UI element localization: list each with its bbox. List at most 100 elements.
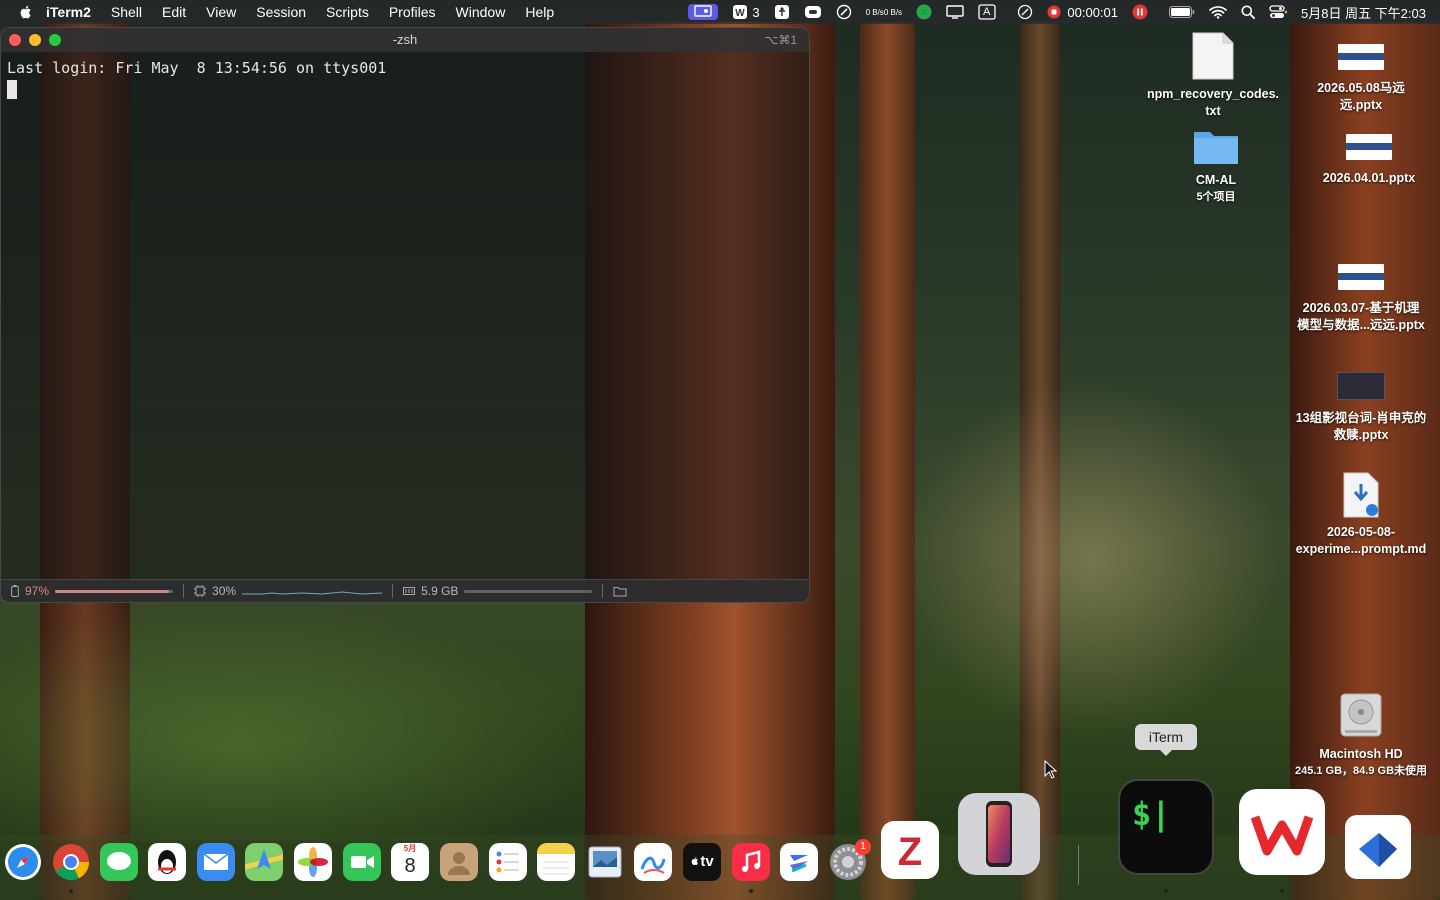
status-menus: W 3 0 B/s 0 B/s A 00:00:01 5月8日 周五 下午2:0…	[681, 0, 1440, 24]
svg-text:Z: Z	[898, 830, 922, 874]
menu-profiles[interactable]: Profiles	[389, 4, 436, 20]
memory-used: 5.9 GB	[421, 584, 459, 598]
icon-label: 模型与数据...远远.pptx	[1297, 318, 1425, 332]
messages-icon[interactable]	[100, 843, 138, 881]
pptx-file-icon	[1346, 134, 1392, 160]
menu-shell[interactable]: Shell	[111, 4, 142, 20]
cpu-percent: 30%	[212, 584, 237, 598]
chrome-icon[interactable]	[52, 843, 90, 881]
facetime-icon[interactable]	[343, 843, 381, 881]
menu-window[interactable]: Window	[456, 4, 506, 20]
contacts-icon[interactable]	[440, 843, 478, 881]
window-shortcut: ⌥⌘1	[764, 33, 797, 47]
net-down-speed: 0 B/s	[883, 7, 903, 17]
terminal-prompt-icon: $|	[1132, 795, 1171, 833]
desktop-icon-npm-recovery-codes[interactable]: npm_recovery_codes. txt	[1138, 32, 1288, 120]
dock: 5月 8 tv 1 Z $|	[0, 779, 1440, 900]
iphone-mirroring-icon[interactable]	[958, 793, 1040, 875]
pptx-file-icon	[1338, 264, 1384, 290]
notes-icon[interactable]	[537, 843, 575, 881]
cpu-graph	[242, 591, 383, 595]
status-pause-icon[interactable]	[1132, 4, 1148, 20]
desktop-icon-pptx-shawshank[interactable]: 13组影视台词-肖申克的 救赎.pptx	[1285, 372, 1437, 444]
pptx-dark-thumbnail-icon	[1337, 372, 1385, 400]
status-edit-icon[interactable]	[1017, 4, 1033, 20]
system-settings-icon[interactable]: 1	[829, 839, 871, 881]
status-clock[interactable]: 5月8日 周五 下午2:03	[1301, 3, 1426, 22]
calendar-day: 8	[404, 855, 416, 877]
status-network-speed[interactable]: 0 B/s 0 B/s	[866, 8, 902, 17]
status-screen-share-icon[interactable]	[688, 4, 719, 20]
iterm-icon[interactable]: $|	[1118, 779, 1214, 875]
menu-edit[interactable]: Edit	[162, 4, 186, 20]
icon-label: 救赎.pptx	[1333, 428, 1389, 442]
mail-icon[interactable]	[197, 843, 235, 881]
iterm-window[interactable]: -zsh ⌥⌘1 Last login: Fri May 8 13:54:56 …	[0, 27, 810, 603]
status-battery: 97%	[11, 584, 174, 598]
music-icon[interactable]	[732, 843, 770, 881]
feishu-icon[interactable]	[780, 843, 818, 881]
status-accessibility-icon[interactable]	[774, 4, 790, 20]
status-spotlight-search-icon[interactable]	[1241, 5, 1255, 19]
desktop-icon-pptx-20260401[interactable]: 2026.04.01.pptx	[1300, 134, 1438, 187]
menu-view[interactable]: View	[206, 4, 236, 20]
status-memory: 5.9 GB	[403, 584, 593, 598]
wps-office-icon[interactable]	[1239, 789, 1325, 875]
status-wps-icon[interactable]: W 3	[732, 4, 760, 20]
zoom-button[interactable]	[49, 34, 61, 46]
menu-scripts[interactable]: Scripts	[326, 4, 369, 20]
terminal-status-bar: 97% 30% 5.9 GB	[1, 579, 809, 602]
freeform-icon[interactable]	[634, 843, 672, 881]
status-input-method-icon[interactable]: A	[978, 4, 1003, 20]
battery-bar-fill	[55, 589, 170, 593]
qq-icon[interactable]	[148, 843, 186, 881]
status-speed-icon[interactable]	[836, 4, 852, 20]
menu-session[interactable]: Session	[256, 4, 306, 20]
menu-app-name[interactable]: iTerm2	[46, 4, 91, 20]
status-wifi-icon[interactable]	[1209, 5, 1227, 19]
status-chat-icon[interactable]	[804, 4, 822, 20]
hard-drive-icon	[1340, 693, 1382, 737]
terminal-output[interactable]: Last login: Fri May 8 13:54:56 on ttys00…	[1, 52, 809, 576]
desktop-icon-pptx-20260307[interactable]: 2026.03.07-基于机理 模型与数据...远远.pptx	[1285, 264, 1437, 334]
status-recording[interactable]: 00:00:01	[1047, 5, 1118, 20]
icon-label: 2026-05-08-	[1326, 525, 1396, 539]
zotero-icon[interactable]: Z	[881, 821, 939, 879]
desktop-icon-folder-cm-al[interactable]: CM-AL 5个项目	[1170, 126, 1262, 206]
login-line: Last login: Fri May 8 13:54:56 on ttys00…	[7, 59, 387, 77]
status-display-icon[interactable]	[946, 5, 964, 19]
calendar-icon[interactable]: 5月 8	[391, 843, 429, 881]
reminders-icon[interactable]	[489, 843, 527, 881]
mouse-pointer-icon	[1044, 760, 1058, 779]
icon-label: 2026.04.01.pptx	[1322, 171, 1416, 185]
folder-icon[interactable]	[613, 586, 627, 597]
terminal-cursor	[7, 80, 17, 99]
notification-badge: 1	[855, 839, 871, 855]
maps-icon[interactable]	[245, 843, 283, 881]
running-indicator	[1280, 889, 1284, 893]
desktop-icon-pptx-20260508[interactable]: 2026.05.08马远 远.pptx	[1300, 44, 1422, 114]
battery-percent: 97%	[25, 584, 50, 598]
photos-icon[interactable]	[294, 843, 332, 881]
status-battery-icon[interactable]	[1169, 6, 1195, 18]
icon-label: npm_recovery_codes.	[1146, 87, 1279, 101]
desktop-icon-prompt-md[interactable]: 2026-05-08- experime...prompt.md	[1285, 472, 1437, 558]
window-titlebar[interactable]: -zsh ⌥⌘1	[1, 28, 809, 52]
apple-tv-icon[interactable]: tv	[683, 843, 721, 881]
minimize-button[interactable]	[29, 34, 41, 46]
record-timer: 00:00:01	[1067, 4, 1118, 20]
safari-icon[interactable]	[4, 843, 42, 881]
desktop-icon-macintosh-hd[interactable]: Macintosh HD 245.1 GB，84.9 GB未使用	[1285, 692, 1437, 780]
close-button[interactable]	[9, 34, 21, 46]
menu-help[interactable]: Help	[525, 4, 554, 20]
downloads-stack-icon[interactable]	[1345, 815, 1411, 879]
preview-icon[interactable]	[586, 843, 624, 881]
markdown-file-icon	[1343, 472, 1379, 518]
icon-label: 2026.05.08马远	[1317, 81, 1405, 95]
status-green-app-icon[interactable]	[916, 4, 932, 20]
apple-menu-icon[interactable]	[18, 4, 34, 20]
status-control-center-icon[interactable]	[1269, 5, 1287, 19]
calendar-month: 5月	[403, 844, 417, 853]
memory-icon	[403, 587, 416, 595]
icon-label: txt	[1205, 104, 1221, 118]
